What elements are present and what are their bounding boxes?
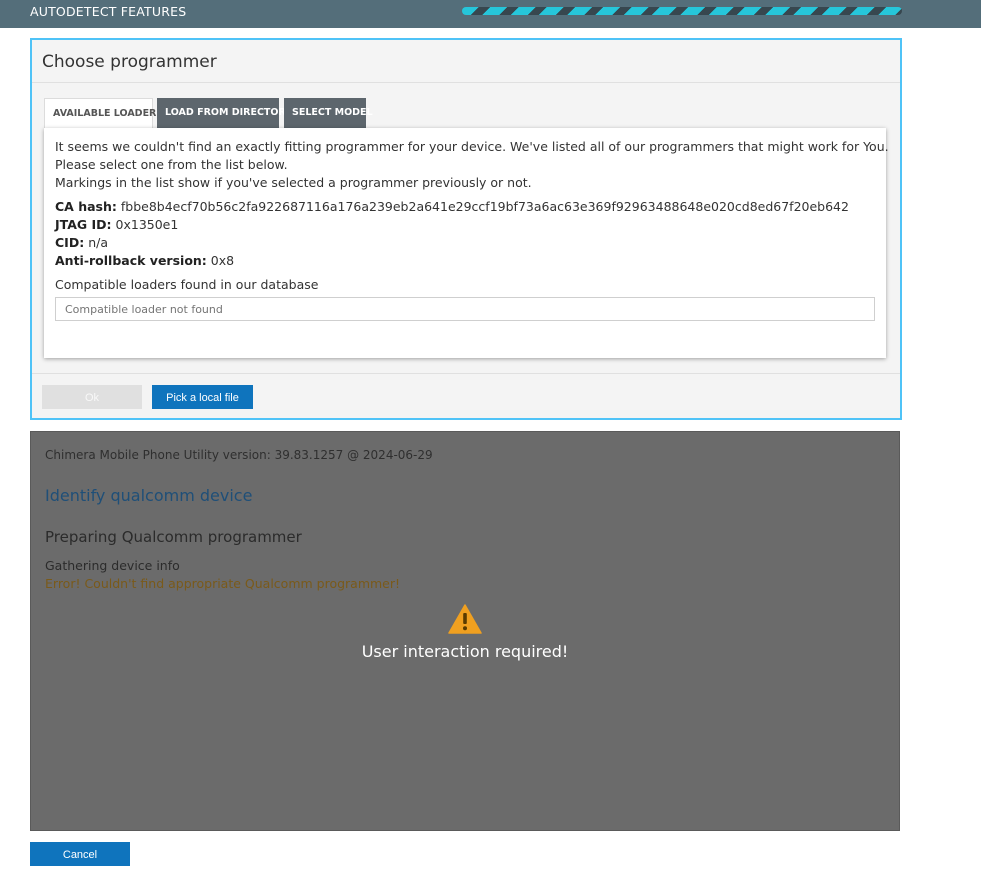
compatible-loader-select[interactable] [55, 297, 875, 321]
ca-hash-row: CA hash: fbbe8b4ecf70b56c2fa922687116a17… [55, 198, 877, 216]
ok-button[interactable]: Ok [42, 385, 142, 409]
antirollback-value: 0x8 [210, 253, 235, 268]
jtag-row: JTAG ID: 0x1350e1 [55, 216, 877, 234]
message-line: It seems we couldn't find an exactly fit… [55, 139, 889, 154]
choose-programmer-dialog: Choose programmer AVAILABLE LOADERS LOAD… [30, 38, 902, 420]
warning-text: User interaction required! [361, 642, 569, 661]
message-line: Please select one from the list below. [55, 157, 288, 172]
warning-triangle-icon [448, 604, 482, 634]
compatible-loaders-label: Compatible loaders found in our database [55, 277, 319, 292]
version-text: Chimera Mobile Phone Utility version: 39… [45, 448, 433, 462]
cancel-button[interactable]: Cancel [30, 842, 130, 866]
warning-block: User interaction required! [31, 604, 899, 661]
cid-label: CID: [55, 235, 85, 250]
ca-hash-value: fbbe8b4ecf70b56c2fa922687116a176a239eb2a… [120, 199, 849, 214]
dialog-header: Choose programmer [32, 40, 900, 83]
pick-local-file-button[interactable]: Pick a local file [152, 385, 253, 409]
dialog-title: Choose programmer [42, 52, 217, 72]
tab-panel: It seems we couldn't find an exactly fit… [44, 128, 889, 358]
device-info: CA hash: fbbe8b4ecf70b56c2fa922687116a17… [55, 198, 877, 270]
antirollback-label: Anti-rollback version: [55, 253, 207, 268]
tab-load-from-directory[interactable]: LOAD FROM DIRECTORY [157, 98, 292, 128]
tab-available-loaders[interactable]: AVAILABLE LOADERS [44, 98, 163, 129]
operation-title: Identify qualcomm device [45, 486, 253, 505]
dialog-footer: Ok Pick a local file [32, 373, 900, 419]
operation-log: Chimera Mobile Phone Utility version: 39… [30, 431, 900, 831]
panel-content: It seems we couldn't find an exactly fit… [55, 138, 889, 294]
log-line: Gathering device info [45, 558, 180, 573]
jtag-value: 0x1350e1 [115, 217, 179, 232]
progress-bar [462, 7, 902, 15]
error-message: Error! Couldn't find appropriate Qualcom… [45, 576, 401, 591]
jtag-label: JTAG ID: [55, 217, 112, 232]
page-title: AUTODETECT FEATURES [30, 4, 187, 19]
antirollback-row: Anti-rollback version: 0x8 [55, 252, 877, 270]
message-line: Markings in the list show if you've sele… [55, 175, 532, 190]
tab-select-model[interactable]: SELECT MODEL [284, 98, 373, 128]
top-bar: AUTODETECT FEATURES [0, 0, 981, 28]
cid-value: n/a [88, 235, 108, 250]
step-title: Preparing Qualcomm programmer [45, 528, 302, 546]
cid-row: CID: n/a [55, 234, 877, 252]
ca-hash-label: CA hash: [55, 199, 117, 214]
